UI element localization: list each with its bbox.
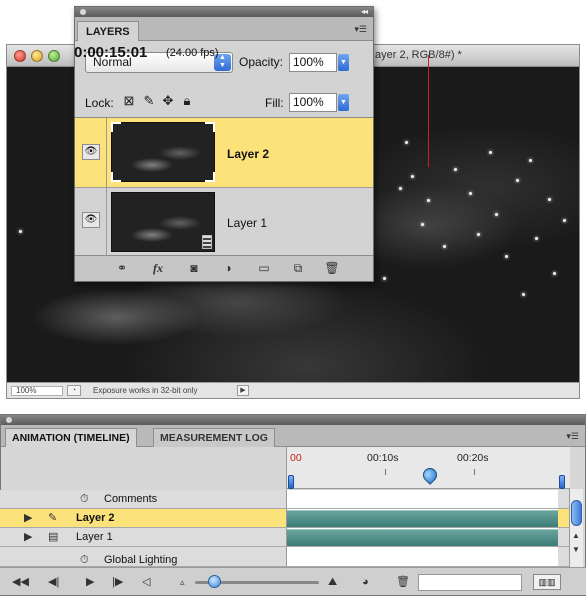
expand-triangle-icon[interactable]: ▶ [24,528,32,546]
next-frame-icon[interactable]: |▶ [112,573,123,591]
panel-close-icon[interactable] [80,9,86,15]
ruler-label-10s: 00:10s [367,452,399,464]
frame-rate: (24.00 fps) [166,47,219,59]
timeline-scrollbar[interactable]: ▲ ▼ [569,489,583,567]
layers-panel-footer: ⚭ fx ◙ ◑ ▭ ⧉ 🗑︎ [75,255,373,281]
work-area-start-handle[interactable] [288,475,294,489]
layer-duration-bar[interactable] [287,529,558,546]
zoom-in-icon[interactable]: ⛰︎ [328,573,337,591]
playhead-handle[interactable] [420,465,440,485]
new-layer-icon[interactable]: ⧉ [289,260,307,276]
timeline-row-layer-2[interactable]: ▶ ✎ Layer 2 [0,509,572,528]
adjustment-icon[interactable]: ◑ [219,260,237,276]
previous-frame-icon[interactable]: ◀| [48,573,59,591]
panel-close-icon[interactable] [6,417,12,423]
visibility-column: 👁︎ [75,188,107,255]
fill-dropdown-icon[interactable]: ▼ [338,94,349,111]
timeline-tab-bar: ANIMATION (TIMELINE) MEASUREMENT LOG ▾☰ [1,425,585,447]
delete-keyframe-icon[interactable]: 🗑︎ [396,573,410,591]
timeline-track[interactable] [286,490,558,508]
layers-panel-header[interactable]: ◂◂ [75,7,373,17]
ruler-label-start: 00 [290,452,302,464]
minimize-window-button[interactable] [31,50,43,62]
zoom-window-button[interactable] [48,50,60,62]
timeline-row-label: Layer 2 [76,512,115,524]
timeline-footer: ◀◀ ◀| ▶ |▶ ◁ ▵ ⛰︎ ◕ 🗑︎ ▥▥ [0,567,586,595]
timeline-row-label: Layer 1 [76,531,113,543]
fill-input[interactable]: 100% [289,93,337,112]
status-info-icon[interactable]: ◔ [67,385,81,396]
layer-row-layer-2[interactable]: 👁︎ Layer 2 [75,118,373,188]
visibility-eye-icon[interactable]: 👁︎ [82,144,100,160]
fx-icon[interactable]: fx [149,260,167,276]
close-window-button[interactable] [14,50,26,62]
fill-label: Fill: [265,96,284,110]
layers-list: 👁︎ Layer 2 👁︎ Layer 1 [75,117,373,257]
scroll-up-icon[interactable]: ▲ [572,531,580,540]
layer-thumbnail [111,192,215,252]
timeline-track[interactable] [286,509,558,527]
zoom-out-icon[interactable]: ▵ [180,573,185,591]
panel-menu-icon[interactable]: ▾☰ [354,24,367,35]
layer-row-layer-1[interactable]: 👁︎ Layer 1 [75,188,373,256]
status-menu-arrow-icon[interactable]: ▶ [237,385,249,396]
brush-icon: ✎ [48,512,58,524]
timeline-track[interactable] [286,547,558,566]
zoom-level-field[interactable]: 100% [11,386,63,396]
expand-triangle-icon[interactable]: ▶ [24,509,32,527]
timeline-row-label: Comments [104,493,158,505]
document-status-bar: 100% ◔ Exposure works in 32-bit only ▶ [7,382,579,398]
tab-layers[interactable]: LAYERS [77,21,139,41]
time-ruler[interactable]: 00 00:10s 00:20s [286,447,570,489]
link-icon[interactable]: ⚭ [113,260,131,276]
audio-icon[interactable]: ◁ [142,573,150,591]
stopwatch-icon[interactable]: ⏱︎ [80,551,89,566]
visibility-eye-icon[interactable]: 👁︎ [82,212,100,228]
status-text: Exposure works in 32-bit only [93,386,198,395]
film-icon: ▤ [48,531,59,543]
playhead-line [428,55,429,167]
mask-icon[interactable]: ◙ [185,260,203,276]
layer-duration-bar[interactable] [287,510,558,527]
layer-name[interactable]: Layer 2 [227,147,269,161]
zoom-slider-knob[interactable] [208,575,221,588]
current-time[interactable]: 0:00:15:01 [74,44,147,61]
lock-label: Lock: [85,96,114,110]
lock-position-icon[interactable]: ✥ [160,93,176,109]
tab-animation-timeline[interactable]: ANIMATION (TIMELINE) [5,428,137,447]
scrollbar-thumb[interactable] [571,500,582,526]
opacity-label: Opacity: [239,55,284,69]
onion-skin-icon[interactable]: ◕ [362,573,369,591]
scroll-down-icon[interactable]: ▼ [572,545,580,554]
trash-icon[interactable]: 🗑︎ [323,260,341,276]
timeline-row-label: Global Lighting [104,554,178,566]
timeline-panel-header[interactable] [1,415,585,425]
layers-tab-bar: LAYERS ▾☰ [75,17,373,41]
panel-menu-icon[interactable]: ▾☰ [566,431,579,442]
ruler-label-20s: 00:20s [457,452,489,464]
stopwatch-icon[interactable]: ⏱︎ [80,490,89,508]
tab-measurement-log[interactable]: MEASUREMENT LOG [153,428,275,447]
video-layer-icon [202,235,212,249]
folder-icon[interactable]: ▭ [255,260,273,276]
document-title: ayer 2, RGB/8#) * [375,49,462,61]
layer-thumbnail [111,122,215,182]
lock-all-icon[interactable]: 🔒︎ [179,93,195,109]
visibility-column: 👁︎ [75,118,107,187]
opacity-input[interactable]: 100% [289,53,337,72]
first-frame-icon[interactable]: ◀◀ [12,573,29,591]
lock-transparency-icon[interactable]: ⊠ [121,93,137,109]
opacity-dropdown-icon[interactable]: ▼ [338,54,349,71]
work-area-end-handle[interactable] [559,475,565,489]
layer-name[interactable]: Layer 1 [227,216,267,230]
timeline-row-comments[interactable]: ⏱︎ Comments [0,490,572,509]
lock-image-icon[interactable]: ✎ [141,93,157,109]
convert-to-frames-icon[interactable]: ▥▥ [533,574,561,590]
panel-collapse-icon[interactable]: ◂◂ [361,7,368,17]
timeline-row-global-lighting[interactable]: ⏱︎ Global Lighting [0,547,572,567]
timeline-track[interactable] [286,528,558,546]
play-icon[interactable]: ▶ [86,573,94,591]
timeline-row-layer-1[interactable]: ▶ ▤ Layer 1 [0,528,572,547]
timeline-input-field[interactable] [418,574,522,591]
